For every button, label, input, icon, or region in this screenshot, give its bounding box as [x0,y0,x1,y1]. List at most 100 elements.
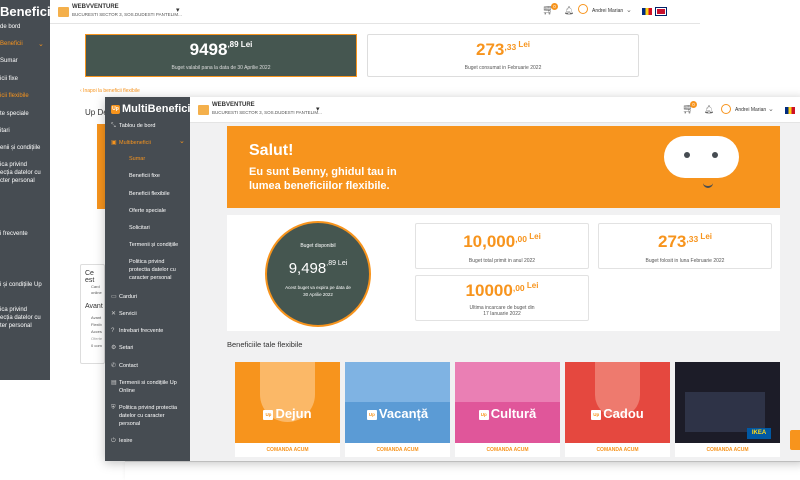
available-budget-label: Buget disponibil [300,243,336,249]
nav-cards[interactable]: ▭ Carduri [111,293,137,301]
nav-settings[interactable]: ⚙︎ Setari [111,344,133,352]
nav-dashboard[interactable]: ⤡ Tablou de bord [111,122,155,130]
benefit-tile-vacanta[interactable]: Up Vacanță COMANDA ACUM [345,362,450,457]
back-nav-item[interactable]: enii și condițiile [0,145,40,151]
avant-heading: Avant [85,303,103,310]
order-now-button[interactable]: COMANDA ACUM [675,443,780,457]
bell-icon[interactable]: 🔔︎ [704,105,714,114]
back-info-card: Ce est Card online Avant Avant Flexib Ac… [80,264,105,364]
user-name[interactable]: Andrei Marian [592,8,623,14]
nav-contact[interactable]: ✆ Contact [111,362,138,370]
nav-sub-privacy-line[interactable]: caracter personal [129,275,172,283]
user-dropdown-icon[interactable]: ⌄ [626,6,632,14]
up-logo-icon: Up [478,409,489,420]
order-now-button[interactable]: COMANDA ACUM [565,443,670,457]
small-line: Flexib [91,322,102,327]
back-nav-item[interactable]: te speciale [0,111,29,117]
back-nav-item[interactable]: de bord [0,24,20,30]
small-line: Card [91,284,100,289]
welcome-banner: Salut! Eu sunt Benny, ghidul tau in lume… [227,126,780,208]
tile-label: Up Cadou [591,406,644,421]
nav-privacy-line[interactable]: datelor cu caracter [119,412,165,420]
cart-badge: 0 [551,3,558,10]
nav-terms-up-online[interactable]: ▤ Termenii si condițiile Up [111,379,177,387]
back-nav-item[interactable]: ecția datelor cu [0,170,41,176]
back-nav-item[interactable]: cter personal [0,178,35,184]
order-now-button[interactable]: COMANDA ACUM [235,443,340,457]
nav-logout[interactable]: ⏻ Iesire [111,437,132,445]
back-nav-item[interactable]: ica privind [0,307,27,313]
back-nav-item[interactable]: ter personal [0,323,32,329]
chat-widget-icon[interactable] [790,430,800,450]
romanian-flag-icon[interactable] [785,107,795,114]
back-nav-item[interactable]: Sumar [0,58,18,64]
company-dropdown-icon[interactable]: ▾ [176,6,180,14]
total-budget-value: 10,000,00 Lei [463,232,541,251]
back-to-flexible-link[interactable]: ‹ Inapoi la beneficii flexibile [80,88,140,94]
company-name: WEBVVENTURE [72,4,119,10]
consumed-budget-card: 273,33 Lei Buget consumat in Februarie 2… [367,34,639,77]
back-nav-item[interactable]: i și condițiile Up [0,282,42,288]
nav-sub-terms[interactable]: Termenii și condițiile [129,242,178,250]
last-topup-value: 10000,00 Lei [465,281,539,300]
ce-est-heading: Ce est [85,270,95,284]
nav-sub-special-offers[interactable]: Oferte speciale [129,208,166,216]
front-header: WEBVENTURE BUCURESTI SECTOR 3, SOS.DUDES… [190,97,800,123]
last-topup-card: 10000,00 Lei Ultima incarcare de buget d… [415,275,589,321]
small-line: 0 com [91,343,102,348]
nav-sub-flexible[interactable]: Beneficii flexibile [129,191,170,199]
back-sidebar: Beneficii de bord Beneficii ⌄ Sumar icii… [0,0,54,380]
user-name[interactable]: Andrei Marian [735,107,766,113]
expiry-caption: Acest buget va expira pe data de [285,285,351,290]
user-avatar-icon[interactable] [721,104,731,114]
back-nav-item[interactable]: itari [0,128,10,134]
consumed-budget-value: 273,33 Lei [476,40,530,59]
nav-terms-line[interactable]: Online [119,387,135,395]
tile-label: Up Dejun [263,406,312,421]
back-nav-item[interactable]: icii fixe [0,76,18,82]
section-title: Beneficiile tale flexibile [227,340,303,349]
nav-sub-fixed[interactable]: Beneficii fixe [129,173,160,181]
benefit-tile-ikea[interactable]: IKEA COMANDA ACUM [675,362,780,457]
card-icon: ▭ [111,294,117,300]
consumed-budget-caption: Buget consumat in Februarie 2022 [464,65,542,71]
brand-logo: Up MultiBeneficii [111,103,194,115]
company-dropdown-icon[interactable]: ▾ [316,105,320,113]
nav-privacy-line[interactable]: personal [119,420,140,428]
back-nav-item[interactable]: ica privind [0,162,27,168]
order-now-button[interactable]: COMANDA ACUM [345,443,450,457]
tile-photo [345,362,450,402]
shield-icon: ⛨ [111,405,116,411]
foreground-window: Up MultiBeneficii ⤡ Tablou de bord ▣ Multib… [105,97,800,461]
banner-line: Eu sunt Benny, ghidul tau in [249,166,397,178]
nav-multibeneficii[interactable]: ▣ Multibeneficii [111,139,151,147]
logout-icon: ⏻ [111,438,116,444]
nav-sub-requests[interactable]: Solicitari [129,225,150,233]
cart-badge: 0 [690,101,697,108]
romanian-flag-icon[interactable] [642,8,652,15]
back-nav-item[interactable]: Beneficii [0,41,23,47]
back-nav-item[interactable]: ecția datelor cu [0,315,41,321]
nav-faq[interactable]: ? Intrebari frecvente [111,327,163,335]
order-now-button[interactable]: COMANDA ACUM [455,443,560,457]
benefit-tile-cultura[interactable]: Up Cultură COMANDA ACUM [455,362,560,457]
tile-label: Up Cultură [478,406,537,421]
tile-photo [685,392,765,432]
nav-privacy-policy[interactable]: ⛨ Politica privind protectia [111,404,177,412]
uk-flag-icon[interactable] [655,7,667,16]
user-dropdown-icon[interactable]: ⌄ [768,105,774,113]
nav-sub-summary[interactable]: Sumar [129,156,145,164]
back-nav-item[interactable]: icii flexibile [0,93,29,99]
bell-icon[interactable]: 🔔︎ [564,6,574,15]
nav-sub-privacy[interactable]: Politica privind [129,259,164,267]
benefit-tile-cadou[interactable]: Up Cadou COMANDA ACUM [565,362,670,457]
nav-services[interactable]: ✕ Servicii [111,310,137,318]
document-icon: ▤ [111,380,117,386]
benefit-tile-dejun[interactable]: Up Dejun COMANDA ACUM [235,362,340,457]
back-nav-item[interactable]: i frecvente [0,231,28,237]
chevron-down-icon: ⌄ [38,41,44,48]
nav-sub-privacy-line[interactable]: protectia datelor cu [129,267,176,275]
used-budget-caption: Buget folosit in luna Februarie 2022 [645,258,725,264]
banner-line: lumea beneficiilor flexibile. [249,180,390,192]
user-avatar-icon[interactable] [578,4,588,14]
